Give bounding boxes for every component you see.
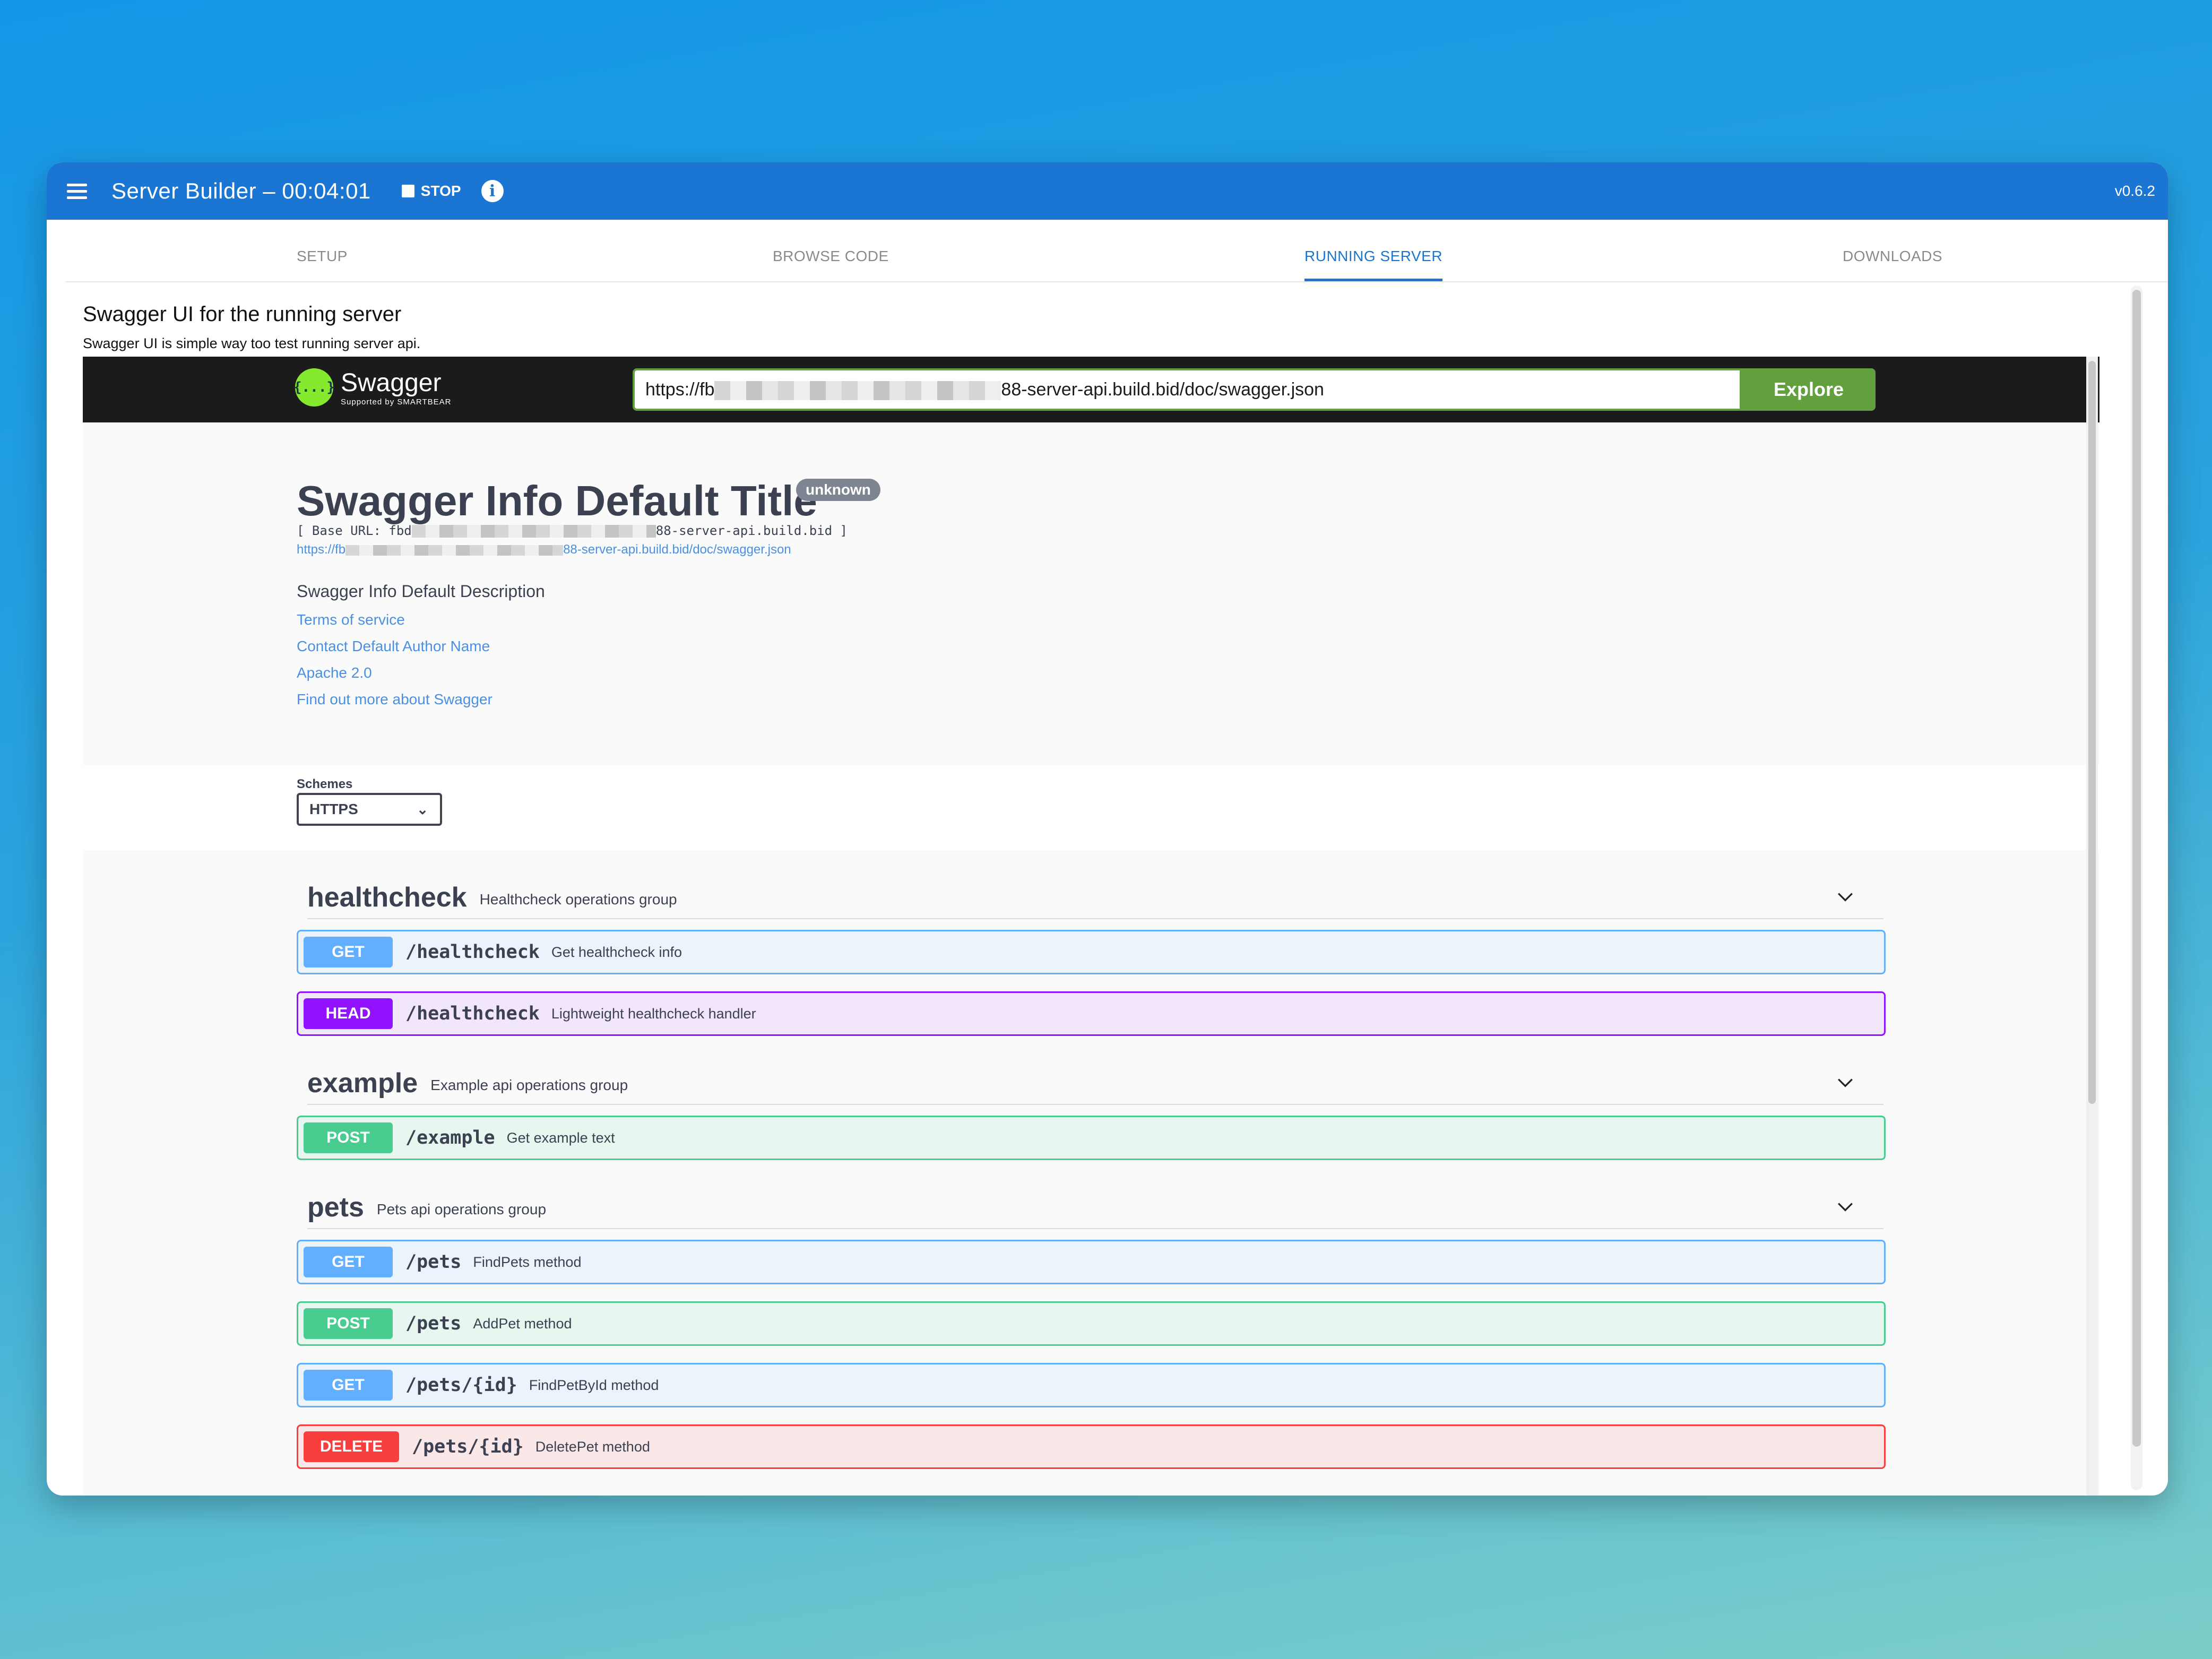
method-badge: GET (304, 937, 393, 967)
terms-of-service-link[interactable]: Terms of service (297, 611, 405, 628)
method-badge: GET (304, 1247, 393, 1277)
menu-icon[interactable] (67, 179, 91, 203)
schemes-selected: HTTPS (309, 801, 358, 817)
base-url: [ Base URL: fbd 88-server-api.build.bid ] (297, 523, 848, 538)
schemes-select[interactable]: HTTPS ⌄ (297, 793, 442, 826)
spec-link[interactable]: https://fb 88-server-api.build.bid/doc/sw… (297, 542, 791, 557)
tab-downloads[interactable]: DOWNLOADS (1843, 220, 1942, 281)
tag-name: healthcheck (307, 882, 467, 913)
op-post-pets[interactable]: POST /pets AddPet method (297, 1301, 1886, 1346)
scrollbar-thumb[interactable] (2088, 361, 2096, 1104)
op-summary: Lightweight healthcheck handler (551, 1005, 756, 1022)
op-post-example[interactable]: POST /example Get example text (297, 1116, 1886, 1160)
api-info: Swagger Info Default Title unknown [ Bas… (83, 422, 2099, 765)
op-path: /healthcheck (405, 1003, 540, 1024)
chevron-down-icon (1838, 893, 1853, 902)
op-get-pet-by-id[interactable]: GET /pets/{id} FindPetById method (297, 1363, 1886, 1407)
op-summary: DeletePet method (535, 1438, 650, 1455)
app-window: Server Builder – 00:04:01 STOP i v0.6.2 … (47, 162, 2168, 1496)
op-summary: AddPet method (473, 1315, 572, 1332)
explore-button[interactable]: Explore (1742, 368, 1876, 411)
tab-setup[interactable]: SETUP (297, 220, 348, 281)
license-link[interactable]: Apache 2.0 (297, 664, 372, 681)
swagger-ui-frame: {...} Swagger Supported by SMARTBEAR htt… (83, 357, 2099, 1496)
base-url-suffix: 88-server-api.build.bid ] (655, 523, 848, 538)
op-summary: FindPets method (473, 1254, 582, 1270)
tag-description: Pets api operations group (376, 1201, 547, 1217)
spec-url-prefix: https://fb (645, 379, 715, 400)
page-title: Swagger UI for the running server (83, 303, 402, 326)
info-icon[interactable]: i (481, 180, 504, 202)
op-summary: Get healthcheck info (551, 944, 682, 960)
method-badge: HEAD (304, 998, 393, 1029)
op-path: /pets (405, 1251, 462, 1273)
op-path: /pets/{id} (412, 1436, 524, 1457)
app-bar: Server Builder – 00:04:01 STOP i v0.6.2 (47, 162, 2168, 220)
content-scrollbar[interactable] (2131, 286, 2142, 1490)
op-path: /pets/{id} (405, 1375, 517, 1396)
swagger-scrollbar[interactable] (2086, 357, 2098, 1496)
external-docs-link[interactable]: Find out more about Swagger (297, 691, 492, 708)
tag-pets[interactable]: pets Pets api operations group (307, 1187, 1883, 1229)
swagger-logo[interactable]: {...} Swagger Supported by SMARTBEAR (293, 368, 452, 407)
swagger-logo-name: Swagger (341, 368, 442, 397)
tag-description: Healthcheck operations group (479, 891, 677, 908)
op-summary: Get example text (506, 1129, 615, 1146)
tab-running-server[interactable]: RUNNING SERVER (1304, 220, 1443, 281)
tab-browse-code[interactable]: BROWSE CODE (773, 220, 889, 281)
op-path: /healthcheck (405, 941, 540, 963)
op-summary: FindPetById method (529, 1377, 659, 1393)
schemes-section: Schemes HTTPS ⌄ (83, 765, 2099, 861)
api-description: Swagger Info Default Description (297, 582, 545, 601)
base-url-prefix: [ Base URL: fbd (297, 523, 412, 538)
op-get-healthcheck[interactable]: GET /healthcheck Get healthcheck info (297, 930, 1886, 974)
tag-name: example (307, 1068, 418, 1099)
method-badge: POST (304, 1122, 393, 1153)
swagger-logo-icon: {...} (293, 368, 335, 407)
stop-icon (401, 185, 414, 197)
spec-url-suffix: 88-server-api.build.bid/doc/swagger.json (1001, 379, 1324, 400)
redacted-blur (411, 525, 656, 538)
chevron-down-icon (1838, 1203, 1853, 1212)
tag-example[interactable]: example Example api operations group (307, 1062, 1883, 1105)
op-path: /pets (405, 1313, 462, 1334)
spec-link-prefix: https://fb (297, 542, 346, 557)
schemes-label: Schemes (297, 777, 353, 791)
swagger-logo-sub: Supported by SMARTBEAR (341, 397, 452, 407)
spec-url-input[interactable]: https://fb 88-server-api.build.bid/doc/sw… (633, 368, 1742, 411)
spec-link-suffix: 88-server-api.build.bid/doc/swagger.json (563, 542, 791, 557)
page-subtitle: Swagger UI is simple way too test runnin… (83, 335, 421, 351)
operations-list: healthcheck Healthcheck operations group… (83, 850, 2099, 1496)
stop-label: STOP (420, 183, 461, 199)
contact-author-link[interactable]: Contact Default Author Name (297, 638, 490, 655)
method-badge: GET (304, 1370, 393, 1401)
redacted-blur (714, 381, 1001, 401)
op-get-pets[interactable]: GET /pets FindPets method (297, 1240, 1886, 1284)
tab-bar: SETUP BROWSE CODE RUNNING SERVER DOWNLOA… (66, 220, 2168, 282)
scrollbar-thumb[interactable] (2132, 290, 2141, 1447)
chevron-down-icon: ⌄ (417, 801, 428, 817)
op-head-healthcheck[interactable]: HEAD /healthcheck Lightweight healthchec… (297, 991, 1886, 1036)
stop-button[interactable]: STOP (401, 183, 461, 200)
chevron-down-icon (1838, 1078, 1853, 1087)
tag-description: Example api operations group (430, 1077, 628, 1093)
api-title: Swagger Info Default Title (297, 477, 817, 524)
swagger-topbar: {...} Swagger Supported by SMARTBEAR htt… (83, 357, 2099, 422)
app-title: Server Builder – 00:04:01 (111, 178, 371, 203)
op-delete-pet[interactable]: DELETE /pets/{id} DeletePet method (297, 1424, 1886, 1469)
method-badge: DELETE (304, 1431, 399, 1462)
method-badge: POST (304, 1308, 393, 1339)
tab-content: Swagger UI for the running server Swagge… (66, 282, 2142, 1496)
version-label: v0.6.2 (2114, 183, 2155, 199)
tag-healthcheck[interactable]: healthcheck Healthcheck operations group (307, 877, 1883, 919)
tag-name: pets (307, 1192, 364, 1223)
op-path: /example (405, 1127, 495, 1148)
redacted-blur (345, 545, 564, 556)
version-badge: unknown (796, 479, 880, 501)
